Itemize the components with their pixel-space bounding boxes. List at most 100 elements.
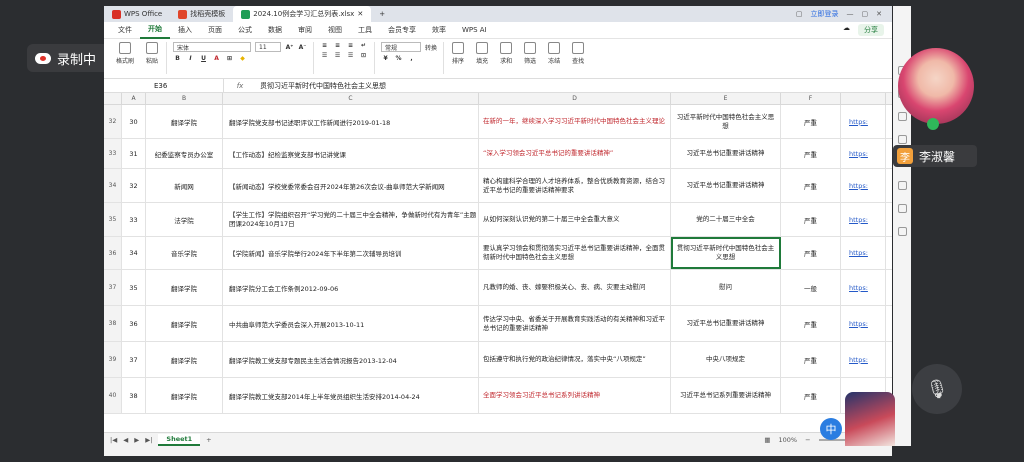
align-top-icon[interactable]: ≡ bbox=[320, 42, 329, 49]
cell[interactable]: 习近平总书记重要讲话精神 bbox=[671, 169, 781, 202]
sort-button[interactable]: 排序 bbox=[446, 42, 470, 65]
selected-cell[interactable]: 贯彻习近平新时代中国特色社会主义思想 bbox=[671, 237, 781, 269]
link-cell[interactable]: https: bbox=[841, 203, 886, 236]
row-header[interactable]: 39 bbox=[104, 342, 122, 377]
menu-file[interactable]: 文件 bbox=[110, 25, 140, 35]
ime-badge[interactable]: 中 bbox=[820, 418, 842, 440]
cell[interactable]: “深入学习领会习近平总书记的重要讲话精神” bbox=[479, 139, 671, 168]
cell[interactable]: 法学院 bbox=[146, 203, 223, 236]
cell[interactable]: 【工作动态】纪检监察党支部书记讲党课 bbox=[223, 139, 479, 168]
add-sheet-icon[interactable]: + bbox=[206, 436, 211, 444]
cell[interactable]: 中央八项规定 bbox=[671, 342, 781, 377]
menu-review[interactable]: 审阅 bbox=[290, 25, 320, 35]
align-right-icon[interactable]: ☰ bbox=[346, 52, 355, 59]
side-tool-icon[interactable] bbox=[897, 135, 907, 144]
cell[interactable]: 包括遵守和执行党的政治纪律情况，落实中央“八项规定” bbox=[479, 342, 671, 377]
cell[interactable]: 35 bbox=[122, 270, 146, 305]
cell[interactable]: 习近平总书记重要讲话精神 bbox=[671, 306, 781, 341]
cell[interactable]: 中共曲阜师范大学委员会深入开展2013-10-11 bbox=[223, 306, 479, 341]
cell[interactable]: 翻译学院教工党支部专题民主生活会情况报告2013-12-04 bbox=[223, 342, 479, 377]
row-header[interactable]: 35 bbox=[104, 203, 122, 236]
cell[interactable]: 严重 bbox=[781, 169, 841, 202]
side-tool-icon[interactable] bbox=[897, 112, 907, 121]
tab-template[interactable]: 找稻壳模板 bbox=[170, 6, 233, 22]
minimize-icon[interactable]: — bbox=[847, 10, 854, 18]
cell[interactable]: 翻译学院 bbox=[146, 342, 223, 377]
underline-button[interactable]: U bbox=[199, 55, 208, 62]
align-middle-icon[interactable]: ≡ bbox=[333, 42, 342, 49]
column-header-f[interactable]: F bbox=[781, 93, 841, 104]
cell[interactable]: 翻译学院 bbox=[146, 306, 223, 341]
cell[interactable]: 习近平新时代中国特色社会主义思想 bbox=[671, 105, 781, 138]
cell[interactable]: 36 bbox=[122, 306, 146, 341]
cell[interactable]: 严重 bbox=[781, 378, 841, 413]
convert-button[interactable]: 转换 bbox=[425, 43, 437, 52]
cell[interactable]: 30 bbox=[122, 105, 146, 138]
merge-icon[interactable]: ⊡ bbox=[359, 52, 368, 59]
link-cell[interactable]: https: bbox=[841, 306, 886, 341]
maximize-icon[interactable]: ▢ bbox=[862, 10, 869, 18]
find-button[interactable]: 查找 bbox=[566, 42, 590, 65]
format-painter-button[interactable]: 格式刷 bbox=[110, 42, 140, 65]
column-header-d[interactable]: D bbox=[479, 93, 671, 104]
cell[interactable]: 习近平总书记系列重要讲话精神 bbox=[671, 378, 781, 413]
border-icon[interactable]: ⊞ bbox=[225, 55, 234, 62]
currency-icon[interactable]: ¥ bbox=[381, 55, 390, 62]
cell[interactable]: 严重 bbox=[781, 139, 841, 168]
fill-color-icon[interactable]: ◆ bbox=[238, 55, 247, 62]
bold-button[interactable]: B bbox=[173, 55, 182, 62]
row-header[interactable]: 34 bbox=[104, 169, 122, 202]
menu-wps-ai[interactable]: WPS AI bbox=[454, 26, 495, 34]
tab-wps-office[interactable]: WPS Office bbox=[104, 6, 170, 22]
cell[interactable]: 34 bbox=[122, 237, 146, 269]
link-cell[interactable]: https: bbox=[841, 169, 886, 202]
align-center-icon[interactable]: ☰ bbox=[333, 52, 342, 59]
row-header[interactable]: 36 bbox=[104, 237, 122, 269]
column-header-a[interactable]: A bbox=[122, 93, 146, 104]
close-tab-icon[interactable]: ✕ bbox=[357, 10, 363, 18]
side-tool-icon[interactable] bbox=[897, 204, 907, 213]
cell[interactable]: 严重 bbox=[781, 203, 841, 236]
cell[interactable]: 37 bbox=[122, 342, 146, 377]
cell[interactable]: 严重 bbox=[781, 105, 841, 138]
tab-spreadsheet[interactable]: 2024.10例会学习汇总列表.xlsx ✕ bbox=[233, 6, 372, 22]
percent-icon[interactable]: % bbox=[394, 55, 403, 62]
link-cell[interactable]: https: bbox=[841, 237, 886, 269]
side-tool-icon[interactable] bbox=[897, 227, 907, 236]
decrease-font-icon[interactable]: A⁻ bbox=[298, 44, 307, 51]
number-format-select[interactable]: 常规 bbox=[381, 42, 422, 52]
link-cell[interactable]: https: bbox=[841, 139, 886, 168]
zoom-out-icon[interactable]: − bbox=[805, 436, 810, 444]
cell[interactable]: 习近平总书记重要讲话精神 bbox=[671, 139, 781, 168]
cell[interactable]: 翻译学院 bbox=[146, 378, 223, 413]
share-button[interactable]: 分享 bbox=[858, 24, 884, 36]
column-header-b[interactable]: B bbox=[146, 93, 223, 104]
cell[interactable]: 党的二十届三中全会 bbox=[671, 203, 781, 236]
row-header[interactable]: 38 bbox=[104, 306, 122, 341]
cell[interactable]: 慰问 bbox=[671, 270, 781, 305]
menu-insert[interactable]: 插入 bbox=[170, 25, 200, 35]
increase-font-icon[interactable]: A⁺ bbox=[285, 44, 294, 51]
row-header[interactable]: 37 bbox=[104, 270, 122, 305]
first-sheet-icon[interactable]: |◀ bbox=[110, 436, 117, 444]
cell[interactable]: 凡教师的婚、丧、嫁娶积极关心、丧、病、灾要主动慰问 bbox=[479, 270, 671, 305]
column-header-e[interactable]: E bbox=[671, 93, 781, 104]
menu-formula[interactable]: 公式 bbox=[230, 25, 260, 35]
cell[interactable]: 翻译学院 bbox=[146, 105, 223, 138]
cell[interactable]: 全面学习领会习近平总书记系列讲话精神 bbox=[479, 378, 671, 413]
cell[interactable]: 【学生工作】学院组织召开“学习党的二十届三中全会精神，争做新时代有为青年”主题团… bbox=[223, 203, 479, 236]
cloud-icon[interactable]: ☁ bbox=[843, 24, 850, 36]
menu-tools[interactable]: 工具 bbox=[350, 25, 380, 35]
fill-button[interactable]: 填充 bbox=[470, 42, 494, 65]
cell[interactable]: 严重 bbox=[781, 237, 841, 269]
cell[interactable]: 翻译学院教工党支部2014年上半年党员组织生活安排2014-04-24 bbox=[223, 378, 479, 413]
formula-input[interactable]: 贯彻习近平新时代中国特色社会主义思想 bbox=[256, 81, 892, 91]
align-left-icon[interactable]: ☰ bbox=[320, 52, 329, 59]
cell[interactable]: 翻译学院分工会工作条例2012-09-06 bbox=[223, 270, 479, 305]
cell[interactable]: 38 bbox=[122, 378, 146, 413]
cell[interactable]: 一般 bbox=[781, 270, 841, 305]
link-cell[interactable]: https: bbox=[841, 105, 886, 138]
column-header-g[interactable] bbox=[841, 93, 886, 104]
row-header[interactable]: 33 bbox=[104, 139, 122, 168]
last-sheet-icon[interactable]: ▶| bbox=[145, 436, 152, 444]
